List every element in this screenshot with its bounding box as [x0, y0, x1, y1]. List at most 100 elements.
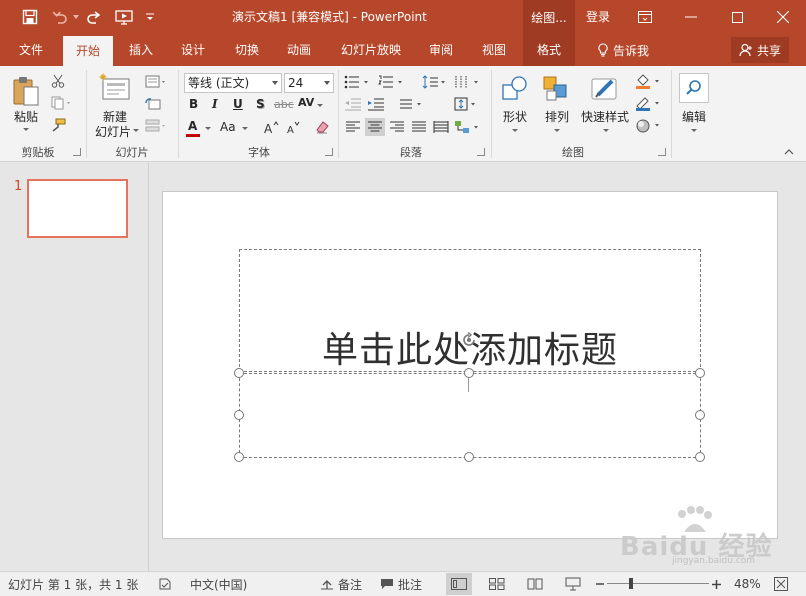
new-slide-dropdown-icon[interactable]: [133, 129, 139, 132]
close-icon[interactable]: [760, 0, 806, 34]
distributed-icon[interactable]: [431, 118, 451, 136]
tab-format[interactable]: 格式: [523, 34, 575, 66]
paste-icon[interactable]: [10, 74, 42, 108]
increase-indent-icon[interactable]: [366, 95, 386, 113]
bullets-icon[interactable]: [343, 73, 373, 91]
align-left-icon[interactable]: [343, 118, 363, 136]
tab-review[interactable]: 审阅: [418, 34, 464, 66]
font-name-combo[interactable]: 等线 (正文): [184, 73, 282, 93]
maximize-icon[interactable]: [714, 0, 760, 34]
font-size-dropdown-icon[interactable]: [324, 81, 330, 85]
arrange-label[interactable]: 排列: [540, 108, 574, 125]
font-launcher-icon[interactable]: [325, 148, 333, 156]
fit-slide-icon[interactable]: [774, 572, 788, 596]
slide-sorter-view-icon[interactable]: [484, 573, 510, 595]
copy-icon[interactable]: [48, 94, 76, 112]
customize-toolbar-icon[interactable]: [144, 0, 156, 34]
text-direction-icon[interactable]: [398, 95, 426, 113]
minimize-icon[interactable]: [668, 0, 714, 34]
text-shadow-button[interactable]: S: [256, 97, 265, 111]
shape-effects-icon[interactable]: [634, 117, 664, 135]
undo-icon[interactable]: [50, 0, 70, 34]
rotate-handle-icon[interactable]: [461, 331, 477, 348]
spelling-check-icon[interactable]: [158, 572, 172, 596]
find-icon[interactable]: [679, 73, 709, 103]
paste-label[interactable]: 粘贴: [10, 108, 42, 125]
underline-button[interactable]: U: [233, 97, 243, 111]
reset-slide-icon[interactable]: [143, 96, 163, 112]
font-name-dropdown-icon[interactable]: [272, 81, 278, 85]
normal-view-icon[interactable]: [446, 573, 472, 595]
clipboard-launcher-icon[interactable]: [73, 148, 81, 156]
increase-font-size-icon[interactable]: A: [262, 118, 280, 136]
comments-button[interactable]: 批注: [380, 572, 422, 596]
zoom-slider-track[interactable]: [607, 583, 709, 584]
login-link[interactable]: 登录: [586, 8, 610, 25]
subtitle-placeholder[interactable]: [239, 373, 701, 458]
resize-handle-top[interactable]: [464, 368, 474, 378]
section-icon[interactable]: [143, 118, 169, 134]
resize-handle-bottom[interactable]: [464, 452, 474, 462]
zoom-out-icon[interactable]: [596, 572, 604, 596]
paste-dropdown-icon[interactable]: [23, 128, 29, 131]
resize-handle-bottom-right[interactable]: [695, 452, 705, 462]
change-case-dropdown-icon[interactable]: [242, 127, 248, 130]
drawing-launcher-icon[interactable]: [658, 148, 666, 156]
smartart-icon[interactable]: [453, 118, 483, 136]
align-text-icon[interactable]: [453, 95, 479, 113]
shape-fill-icon[interactable]: [634, 73, 664, 91]
font-size-combo[interactable]: 24: [284, 73, 334, 93]
slideshow-view-icon[interactable]: [560, 573, 586, 595]
collapse-ribbon-icon[interactable]: [782, 146, 796, 158]
layout-icon[interactable]: [143, 74, 169, 90]
resize-handle-left[interactable]: [234, 410, 244, 420]
quick-styles-icon[interactable]: [589, 74, 621, 104]
align-right-icon[interactable]: [387, 118, 407, 136]
zoom-in-icon[interactable]: [712, 572, 721, 596]
tell-me-box[interactable]: 告诉我: [597, 34, 649, 66]
redo-icon[interactable]: [84, 0, 104, 34]
ribbon-display-options-icon[interactable]: [622, 0, 668, 34]
decrease-indent-icon[interactable]: [343, 95, 363, 113]
editing-dropdown-icon[interactable]: [691, 129, 697, 132]
tab-transitions[interactable]: 切换: [224, 34, 270, 66]
resize-handle-right[interactable]: [695, 410, 705, 420]
change-case-button[interactable]: Aa: [220, 120, 236, 134]
format-painter-icon[interactable]: [48, 116, 68, 134]
present-from-start-icon[interactable]: [112, 0, 136, 34]
tab-insert[interactable]: 插入: [118, 34, 164, 66]
new-slide-icon[interactable]: [98, 72, 132, 104]
tab-view[interactable]: 视图: [471, 34, 517, 66]
bold-button[interactable]: B: [189, 97, 198, 111]
numbering-icon[interactable]: [377, 73, 407, 91]
resize-handle-bottom-left[interactable]: [234, 452, 244, 462]
shape-outline-icon[interactable]: [634, 95, 664, 113]
clear-formatting-icon[interactable]: [312, 118, 332, 136]
editing-label[interactable]: 编辑: [676, 108, 712, 125]
character-spacing-button[interactable]: AV: [298, 96, 314, 109]
paragraph-launcher-icon[interactable]: [477, 148, 485, 156]
slide-thumbnail[interactable]: [27, 179, 128, 238]
cut-icon[interactable]: [48, 72, 68, 90]
notes-button[interactable]: 备注: [320, 572, 362, 596]
character-spacing-dropdown-icon[interactable]: [317, 104, 323, 107]
line-spacing-icon[interactable]: [421, 73, 447, 91]
shapes-label[interactable]: 形状: [498, 108, 532, 125]
shapes-icon[interactable]: [499, 74, 531, 104]
quick-styles-dropdown-icon[interactable]: [603, 129, 609, 132]
tab-home[interactable]: 开始: [63, 36, 113, 66]
font-color-dropdown-icon[interactable]: [205, 127, 211, 130]
reading-view-icon[interactable]: [522, 573, 548, 595]
italic-button[interactable]: I: [212, 97, 218, 111]
resize-handle-top-left[interactable]: [234, 368, 244, 378]
resize-handle-top-right[interactable]: [695, 368, 705, 378]
decrease-font-size-icon[interactable]: A: [284, 118, 302, 136]
zoom-slider-thumb[interactable]: [629, 578, 633, 589]
zoom-level[interactable]: 48%: [734, 572, 761, 596]
language-status[interactable]: 中文(中国): [190, 572, 247, 596]
save-icon[interactable]: [18, 0, 42, 34]
align-center-icon[interactable]: [365, 118, 385, 136]
shapes-dropdown-icon[interactable]: [512, 129, 518, 132]
tab-animations[interactable]: 动画: [276, 34, 322, 66]
columns-icon[interactable]: [453, 73, 483, 91]
